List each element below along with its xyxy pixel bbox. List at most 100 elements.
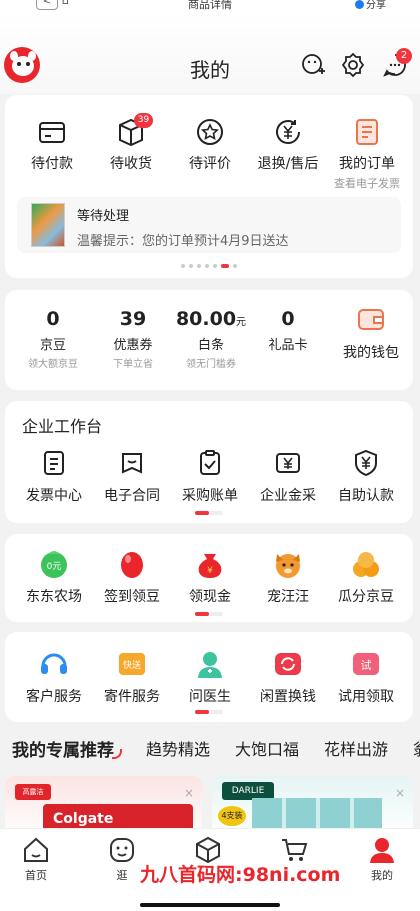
close-icon[interactable]: × (184, 786, 194, 800)
carousel-dots (5, 255, 413, 274)
e-contract[interactable]: 电子合同 (97, 449, 167, 505)
order-pending-payment[interactable]: 待付款 (20, 117, 84, 173)
gift-card[interactable]: 0 礼品卡 (255, 308, 321, 353)
page-indicator (195, 511, 223, 515)
service-label: 闲置换钱 (260, 689, 316, 705)
page-indicator (195, 710, 223, 714)
product-thumbnail (31, 203, 65, 247)
order-label: 待收货 (110, 156, 152, 172)
headset-icon (41, 653, 67, 674)
service-label: 签到领豆 (104, 589, 160, 605)
ask-doctor[interactable]: 问医生 (175, 648, 245, 706)
nav-mine[interactable]: 我的 (352, 835, 412, 883)
order-label: 退换/售后 (257, 156, 319, 172)
to-receive-badge: 39 (134, 113, 153, 128)
service-label: 宠汪汪 (267, 589, 309, 605)
invoice-center[interactable]: 发票中心 (19, 449, 89, 505)
contract-icon (122, 453, 142, 474)
enterprise-title: 企业工作台 (22, 417, 103, 436)
farm-service[interactable]: 0元 东东农场 (19, 548, 89, 606)
baitiao-value: 80.00元 (173, 308, 249, 330)
jd-beans-sub: 领大额京豆 (28, 359, 78, 370)
red-bean-icon (121, 552, 143, 578)
tab-trends[interactable]: 趋势精选 (146, 736, 210, 760)
browse-face-icon (110, 838, 134, 862)
idle-trade[interactable]: 闲置换钱 (253, 648, 323, 706)
services-card-2: 客户服务 快送 寄件服务 问医生 闲置换钱 试 试用领取 (5, 632, 413, 722)
tab-exclusive[interactable]: 我的专属推荐 (12, 736, 122, 761)
enterprise-label: 电子合同 (104, 488, 160, 504)
order-list-icon (356, 119, 378, 145)
wallet-icon (358, 309, 384, 330)
message-badge: 2 (396, 48, 412, 64)
star-review-icon (197, 119, 223, 145)
purchase-bill[interactable]: 采购账单 (175, 449, 245, 505)
tab-travel[interactable]: 花样出游 (324, 736, 388, 760)
jd-beans[interactable]: 0 京豆 领大额京豆 (17, 308, 89, 370)
add-friend-icon[interactable] (300, 52, 326, 78)
header: 我的 2 (0, 12, 420, 94)
gift-card-label: 礼品卡 (268, 338, 308, 353)
doctor-icon (198, 652, 222, 678)
express-box-icon: 快送 (119, 653, 145, 675)
tab-more[interactable]: 翁 (413, 736, 420, 760)
recommend-card-darlie[interactable]: DARLIE 4支装 × (212, 776, 413, 836)
recommend-card-colgate[interactable]: 高露洁 Colgate × (5, 776, 202, 836)
colgate-logo: 高露洁 (15, 784, 51, 800)
baitiao[interactable]: 80.00元 白条 领无门槛券 (173, 308, 249, 370)
express-service[interactable]: 快送 寄件服务 (97, 648, 167, 706)
gift-card-value: 0 (281, 308, 295, 330)
pending-title: 等待处理 (77, 209, 130, 224)
close-icon[interactable]: × (395, 786, 405, 800)
nav-home[interactable]: 首页 (6, 835, 66, 883)
enterprise-label: 发票中心 (26, 488, 82, 504)
coupons[interactable]: 39 优惠券 下单立省 (97, 308, 169, 370)
wallet-label: 我的钱包 (343, 345, 399, 361)
page-indicator (195, 612, 223, 616)
tab-food[interactable]: 大饱口福 (235, 736, 299, 760)
jd-beans-label: 京豆 (39, 338, 66, 353)
order-to-review[interactable]: 待评价 (178, 117, 242, 173)
get-cash[interactable]: ¥ 领现金 (175, 548, 245, 606)
settings-icon[interactable] (340, 52, 366, 78)
pet-dog[interactable]: 宠汪汪 (253, 548, 323, 606)
customer-service[interactable]: 客户服务 (19, 648, 89, 706)
jd-beans-value: 0 (46, 308, 60, 330)
share-icon (355, 0, 364, 9)
assets-card: 0 京豆 领大额京豆 39 优惠券 下单立省 80.00元 白条 领无门槛券 0… (5, 290, 413, 390)
nav-label: 首页 (25, 869, 47, 882)
enterprise-card: 企业工作台 发票中心 电子合同 采购账单 企业金采 自助认款 (5, 401, 413, 523)
pending-order-banner[interactable]: 等待处理 温馨提示：您的订单预计4月9日送达 (17, 197, 401, 253)
enterprise-procurement[interactable]: 企业金采 (253, 449, 323, 505)
svg-text:¥: ¥ (207, 566, 213, 576)
service-label: 客户服务 (26, 689, 82, 705)
coupons-value: 39 (119, 308, 147, 330)
bean-pile-icon (353, 552, 379, 577)
self-payment-claim[interactable]: 自助认款 (331, 449, 401, 505)
coupons-label: 优惠券 (113, 338, 153, 353)
recommend-tabs: 我的专属推荐 趋势精选 大饱口福 花样出游 翁 (0, 736, 420, 766)
service-label: 寄件服务 (104, 689, 160, 705)
split-beans[interactable]: 瓜分京豆 (331, 548, 401, 606)
services-card-1: 0元 东东农场 签到领豆 ¥ 领现金 宠汪汪 瓜分京豆 (5, 534, 413, 622)
yen-card-icon (276, 453, 300, 473)
money-bag-icon: ¥ (198, 554, 222, 578)
share-button[interactable]: 分享 (355, 0, 386, 11)
yen-shield-icon (355, 449, 377, 477)
trial-claim[interactable]: 试 试用领取 (331, 648, 401, 706)
order-to-receive[interactable]: 待收货 (99, 117, 163, 173)
enterprise-label: 自助认款 (338, 488, 394, 504)
order-returns[interactable]: 退换/售后 (252, 117, 324, 173)
pack-badge: 4支装 (218, 806, 246, 826)
person-icon (370, 838, 394, 863)
service-label: 问医生 (189, 689, 231, 705)
wallet-card-icon (39, 122, 65, 143)
checkin-beans[interactable]: 签到领豆 (97, 548, 167, 606)
my-wallet[interactable]: 我的钱包 (331, 304, 411, 362)
my-orders[interactable]: 我的订单 查看电子发票 (327, 117, 407, 191)
svg-text:试: 试 (361, 659, 372, 672)
invoice-link[interactable]: 查看电子发票 (327, 175, 407, 191)
orders-card: 待付款 待收货 39 待评价 退换/售后 我的订单 查看电子发票 等待处理 温馨… (5, 95, 413, 278)
svg-text:快送: 快送 (123, 659, 141, 671)
order-label: 待评价 (189, 156, 231, 172)
